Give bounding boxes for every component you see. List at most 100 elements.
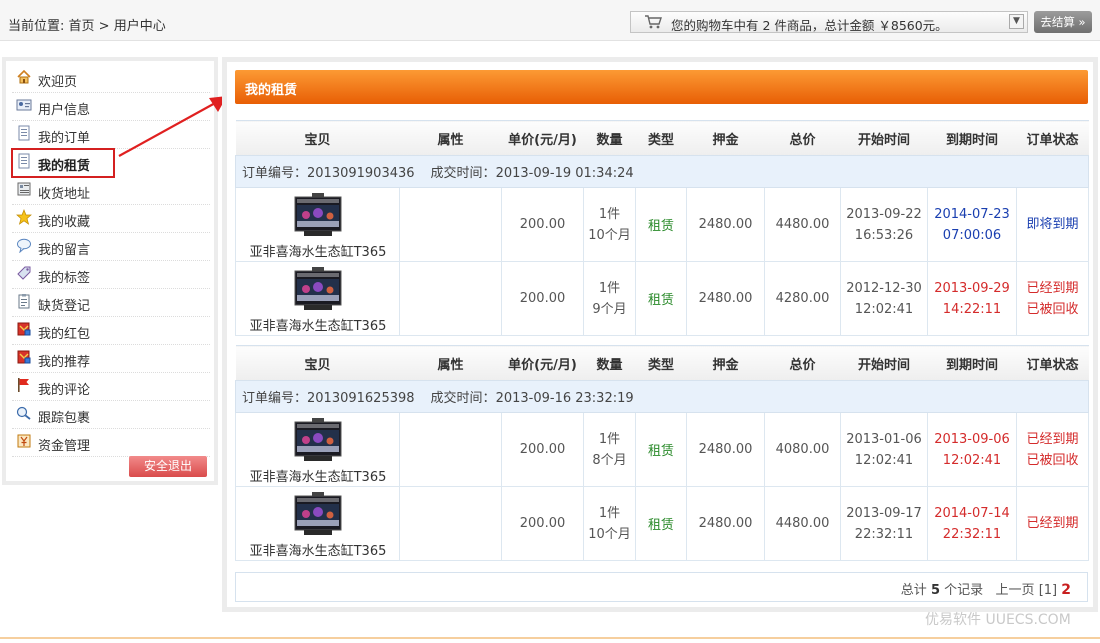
column-header: 宝贝 [235, 345, 400, 381]
start-date: 2012-12-30 [846, 280, 922, 296]
address-book-icon [16, 181, 32, 197]
total-suffix: 个记录 [939, 583, 984, 598]
speech-bubble-icon [16, 237, 32, 254]
quantity-count: 1件 [598, 505, 621, 521]
product-thumbnail[interactable] [294, 492, 342, 536]
top-bar: 当前位置: 首页 > 用户中心 您的购物车中有 2 件商品，总计金额 ￥8560… [0, 0, 1100, 41]
quantity-cell: 1件 10个月 [583, 486, 636, 561]
wallet-icon [16, 433, 32, 449]
end-time-cell: 2014-07-23 07:00:06 [927, 187, 1017, 262]
sidebar-item-11[interactable]: 我的评论 [12, 373, 210, 401]
order-meta-row: 订单编号：2013091625398 成交时间：2013-09-16 23:32:… [235, 380, 1089, 413]
sidebar-item-4[interactable]: 收货地址 [12, 177, 210, 205]
quantity-cell: 1件 10个月 [583, 187, 636, 262]
product-cell[interactable]: 亚非喜海水生态缸T365 [235, 261, 400, 336]
cart-summary-text: 您的购物车中有 2 件商品，总计金额 ￥8560元。 [671, 18, 948, 33]
deposit-cell: 2480.00 [686, 486, 765, 561]
total-cell: 4280.00 [764, 261, 841, 336]
sidebar-item-9[interactable]: 我的红包 [12, 317, 210, 345]
start-date: 2013-09-17 [846, 505, 922, 521]
product-cell[interactable]: 亚非喜海水生态缸T365 [235, 412, 400, 487]
type-cell: 租赁 [635, 412, 687, 487]
red-envelope-icon [16, 321, 32, 337]
product-thumbnail[interactable] [294, 193, 342, 237]
product-cell[interactable]: 亚非喜海水生态缸T365 [235, 187, 400, 262]
cart-summary[interactable]: 您的购物车中有 2 件商品，总计金额 ￥8560元。 ▼ [630, 11, 1028, 33]
start-time-cell: 2012-12-30 12:02:41 [840, 261, 928, 336]
deal-time-label: 成交时间： [430, 391, 496, 406]
prev-page-link[interactable]: 上一页 [996, 583, 1035, 598]
annotation-arrow [118, 96, 227, 157]
column-header: 押金 [686, 345, 765, 381]
product-name-link[interactable]: 亚非喜海水生态缸T365 [236, 540, 400, 559]
sidebar-item-6[interactable]: 我的留言 [12, 233, 210, 261]
sidebar-item-10[interactable]: 我的推荐 [12, 345, 210, 373]
sidebar-item-5[interactable]: 我的收藏 [12, 205, 210, 233]
flag-icon [16, 377, 32, 393]
attribute-cell [399, 486, 502, 561]
column-header: 单价(元/月) [501, 120, 584, 156]
total-count: 5 [930, 583, 940, 598]
sidebar-item-3[interactable]: 我的租赁 [11, 148, 115, 178]
order-status-text: 已经到期 [1026, 431, 1079, 447]
sidebar-item-label: 我的红包 [38, 327, 91, 342]
start-clock: 12:02:41 [854, 301, 914, 317]
logout-button[interactable]: 安全退出 [129, 456, 207, 477]
sidebar-item-label: 我的标签 [38, 271, 91, 286]
sidebar-item-7[interactable]: 我的标签 [12, 261, 210, 289]
sidebar-item-13[interactable]: 资金管理 [12, 429, 210, 457]
sidebar-item-8[interactable]: 缺货登记 [12, 289, 210, 317]
sidebar-item-label: 收货地址 [38, 187, 91, 202]
deposit-cell: 2480.00 [686, 261, 765, 336]
column-header: 到期时间 [927, 345, 1017, 381]
red-envelope-icon [16, 349, 32, 365]
pagination: 总计 5 个记录 上一页 [1] 2 [235, 572, 1088, 602]
start-clock: 16:53:26 [854, 227, 914, 243]
sidebar-item-label: 我的评论 [38, 383, 91, 398]
column-header: 数量 [583, 120, 636, 156]
order-number: 2013091625398 [307, 391, 415, 406]
end-clock: 12:02:41 [942, 452, 1002, 468]
end-time-cell: 2013-09-29 14:22:11 [927, 261, 1017, 336]
breadcrumb-home-link[interactable]: 首页 [69, 19, 95, 34]
quantity-count: 1件 [598, 431, 621, 447]
sidebar-item-label: 我的订单 [38, 131, 91, 146]
product-thumbnail[interactable] [294, 418, 342, 462]
column-header: 属性 [399, 345, 502, 381]
main-panel: 我的租赁 宝贝 属性 单价(元/月) 数量 类型 押金 总价 开始时间 到期时间 订单状态 订单编号… [222, 57, 1098, 612]
sidebar-item-label: 我的留言 [38, 243, 91, 258]
sidebar-item-12[interactable]: 跟踪包裹 [12, 401, 210, 429]
bottom-divider [0, 637, 1100, 639]
breadcrumb-current: 用户中心 [113, 19, 166, 34]
product-cell[interactable]: 亚非喜海水生态缸T365 [235, 486, 400, 561]
chevron-down-icon: ▼ [1013, 16, 1020, 26]
product-name-link[interactable]: 亚非喜海水生态缸T365 [236, 466, 400, 485]
status-cell: 已经到期 已被回收 [1016, 412, 1089, 487]
rental-duration: 10个月 [588, 227, 631, 243]
sidebar-item-0[interactable]: 欢迎页 [12, 65, 210, 93]
order-status-text: 已经到期 [1026, 280, 1079, 296]
quantity-count: 1件 [598, 206, 621, 222]
start-clock: 22:32:11 [854, 526, 914, 542]
order-table: 宝贝 属性 单价(元/月) 数量 类型 押金 总价 开始时间 到期时间 订单状态 订单编号：2013… [235, 120, 1089, 336]
product-thumbnail[interactable] [294, 267, 342, 311]
deposit-cell: 2480.00 [686, 187, 765, 262]
product-name-link[interactable]: 亚非喜海水生态缸T365 [236, 315, 400, 334]
user-card-icon [16, 97, 32, 113]
order-meta: 订单编号：2013091903436 成交时间：2013-09-19 01:34:… [235, 155, 1089, 188]
order-status-text: 已经到期 [1026, 516, 1079, 531]
cart-dropdown-toggle[interactable]: ▼ [1009, 14, 1024, 29]
column-header: 数量 [583, 345, 636, 381]
deal-time: 2013-09-19 01:34:24 [495, 166, 634, 181]
attribute-cell [399, 187, 502, 262]
column-header: 类型 [635, 345, 687, 381]
product-name-link[interactable]: 亚非喜海水生态缸T365 [236, 241, 400, 260]
quantity-cell: 1件 9个月 [583, 261, 636, 336]
page-1-link[interactable]: [1] [1039, 583, 1057, 598]
column-header: 订单状态 [1016, 345, 1089, 381]
start-clock: 12:02:41 [854, 452, 914, 468]
table-header-row: 宝贝 属性 单价(元/月) 数量 类型 押金 总价 开始时间 到期时间 订单状态 [235, 120, 1089, 156]
unit-price-cell: 200.00 [501, 261, 584, 336]
shopping-cart-icon [645, 15, 662, 29]
checkout-button[interactable]: 去结算 » [1034, 11, 1092, 33]
